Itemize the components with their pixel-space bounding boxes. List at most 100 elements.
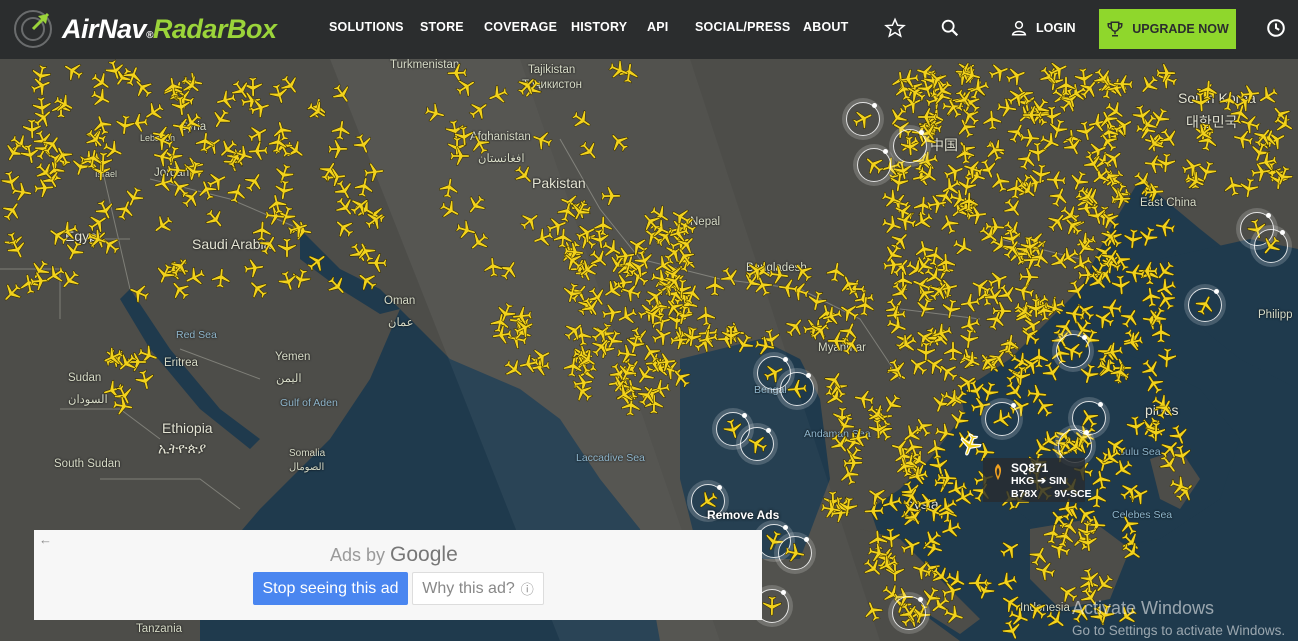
aircraft-icon[interactable]: [954, 143, 976, 165]
aircraft-icon[interactable]: [279, 74, 301, 96]
aircraft-icon[interactable]: [932, 79, 954, 101]
aircraft-icon[interactable]: [985, 309, 1007, 331]
aircraft-icon[interactable]: [513, 164, 535, 186]
aircraft-icon[interactable]: [1155, 62, 1177, 84]
aircraft-icon[interactable]: [1145, 421, 1167, 443]
nav-store[interactable]: STORE: [420, 20, 464, 34]
stop-seeing-ad-button[interactable]: Stop seeing this ad: [253, 572, 408, 605]
aircraft-icon[interactable]: [33, 177, 55, 199]
aircraft-icon[interactable]: [439, 199, 461, 221]
nav-solutions[interactable]: SOLUTIONS: [329, 20, 404, 34]
aircraft-icon[interactable]: [1048, 186, 1070, 208]
aircraft-icon[interactable]: [1125, 415, 1147, 437]
aircraft-icon[interactable]: [1100, 446, 1122, 468]
aircraft-icon[interactable]: [569, 200, 591, 222]
aircraft-icon[interactable]: [1181, 156, 1203, 178]
aircraft-icon[interactable]: [30, 75, 52, 97]
aircraft-icon[interactable]: [1047, 59, 1069, 81]
aircraft-icon[interactable]: [85, 228, 108, 250]
aircraft-icon[interactable]: [784, 542, 806, 564]
aircraft-icon[interactable]: [1026, 599, 1048, 621]
aircraft-icon[interactable]: [1046, 211, 1068, 233]
aircraft-icon[interactable]: [578, 140, 600, 162]
aircraft-icon[interactable]: [1154, 398, 1176, 420]
aircraft-icon[interactable]: [720, 324, 742, 346]
aircraft-icon[interactable]: [1154, 216, 1176, 238]
nav-social-press[interactable]: SOCIAL/PRESS: [695, 20, 790, 34]
aircraft-icon[interactable]: [1239, 83, 1261, 105]
aircraft-icon[interactable]: [704, 275, 726, 297]
aircraft-icon[interactable]: [640, 211, 662, 233]
aircraft-icon[interactable]: [852, 108, 874, 130]
aircraft-icon[interactable]: [917, 164, 939, 186]
aircraft-icon[interactable]: [455, 219, 477, 241]
aircraft-icon[interactable]: [999, 538, 1021, 560]
aircraft-icon[interactable]: [1144, 132, 1166, 154]
aircraft-icon[interactable]: [6, 238, 28, 260]
aircraft-icon[interactable]: [94, 199, 116, 221]
aircraft-icon[interactable]: [1143, 373, 1165, 395]
login-link[interactable]: LOGIN: [1010, 19, 1076, 37]
aircraft-icon[interactable]: [1018, 266, 1040, 288]
aircraft-icon[interactable]: [1250, 161, 1272, 183]
aircraft-icon[interactable]: [1232, 128, 1254, 150]
aircraft-icon[interactable]: [1122, 331, 1144, 353]
aircraft-icon[interactable]: [318, 160, 340, 182]
aircraft-icon[interactable]: [91, 114, 113, 136]
aircraft-icon[interactable]: [1039, 131, 1061, 153]
aircraft-icon[interactable]: [925, 438, 947, 460]
aircraft-icon[interactable]: [128, 282, 150, 304]
aircraft-icon[interactable]: [600, 185, 622, 207]
aircraft-icon[interactable]: [152, 146, 175, 168]
aircraft-icon[interactable]: [247, 278, 269, 300]
brand-logo-link[interactable]: AirNav®RadarBox: [12, 8, 277, 50]
aircraft-icon[interactable]: [562, 250, 584, 272]
selected-flight-label[interactable]: SQ871 HKG ➔ SIN B78X 9V-SCE: [983, 458, 1092, 502]
nav-api[interactable]: API: [647, 20, 668, 34]
aircraft-icon[interactable]: [114, 114, 136, 136]
aircraft-icon[interactable]: [896, 333, 918, 355]
aircraft-icon[interactable]: [267, 132, 289, 154]
aircraft-icon[interactable]: [890, 281, 912, 303]
aircraft-icon[interactable]: [1021, 104, 1043, 126]
aircraft-icon[interactable]: [1155, 277, 1177, 299]
aircraft-icon[interactable]: [1000, 592, 1022, 614]
aircraft-icon[interactable]: [821, 305, 843, 327]
aircraft-icon[interactable]: [53, 93, 75, 115]
aircraft-icon[interactable]: [1124, 262, 1146, 284]
clock-icon[interactable]: [1265, 17, 1287, 39]
aircraft-icon[interactable]: [942, 604, 965, 626]
aircraft-icon[interactable]: [1030, 163, 1052, 185]
aircraft-icon[interactable]: [786, 378, 808, 400]
aircraft-icon[interactable]: [518, 353, 540, 375]
aircraft-icon[interactable]: [63, 240, 85, 262]
aircraft-icon[interactable]: [1075, 120, 1097, 142]
aircraft-icon[interactable]: [333, 217, 355, 239]
aircraft-icon[interactable]: [449, 145, 471, 167]
aircraft-icon[interactable]: [171, 116, 193, 138]
aircraft-icon[interactable]: [104, 59, 126, 81]
aircraft-icon[interactable]: [487, 84, 510, 106]
aircraft-icon[interactable]: [1064, 435, 1086, 457]
aircraft-icon[interactable]: [41, 134, 63, 156]
aircraft-icon[interactable]: [465, 194, 487, 216]
aircraft-icon[interactable]: [935, 252, 957, 274]
aircraft-icon[interactable]: [754, 335, 776, 357]
aircraft-icon[interactable]: [183, 160, 205, 182]
aircraft-icon[interactable]: [991, 408, 1013, 430]
aircraft-icon[interactable]: [866, 485, 888, 507]
aircraft-icon[interactable]: [989, 171, 1011, 193]
aircraft-icon[interactable]: [938, 213, 960, 236]
aircraft-icon[interactable]: [655, 351, 677, 373]
aircraft-icon[interactable]: [1034, 560, 1056, 582]
aircraft-icon[interactable]: [838, 464, 860, 486]
aircraft-icon[interactable]: [273, 179, 295, 201]
aircraft-icon[interactable]: [894, 456, 916, 479]
aircraft-icon[interactable]: [1010, 365, 1032, 387]
aircraft-icon[interactable]: [1049, 250, 1071, 272]
aircraft-icon[interactable]: [327, 138, 349, 160]
aircraft-icon[interactable]: [899, 135, 921, 157]
aircraft-icon[interactable]: [1168, 475, 1191, 497]
aircraft-icon[interactable]: [1252, 126, 1274, 148]
aircraft-icon[interactable]: [614, 383, 636, 405]
